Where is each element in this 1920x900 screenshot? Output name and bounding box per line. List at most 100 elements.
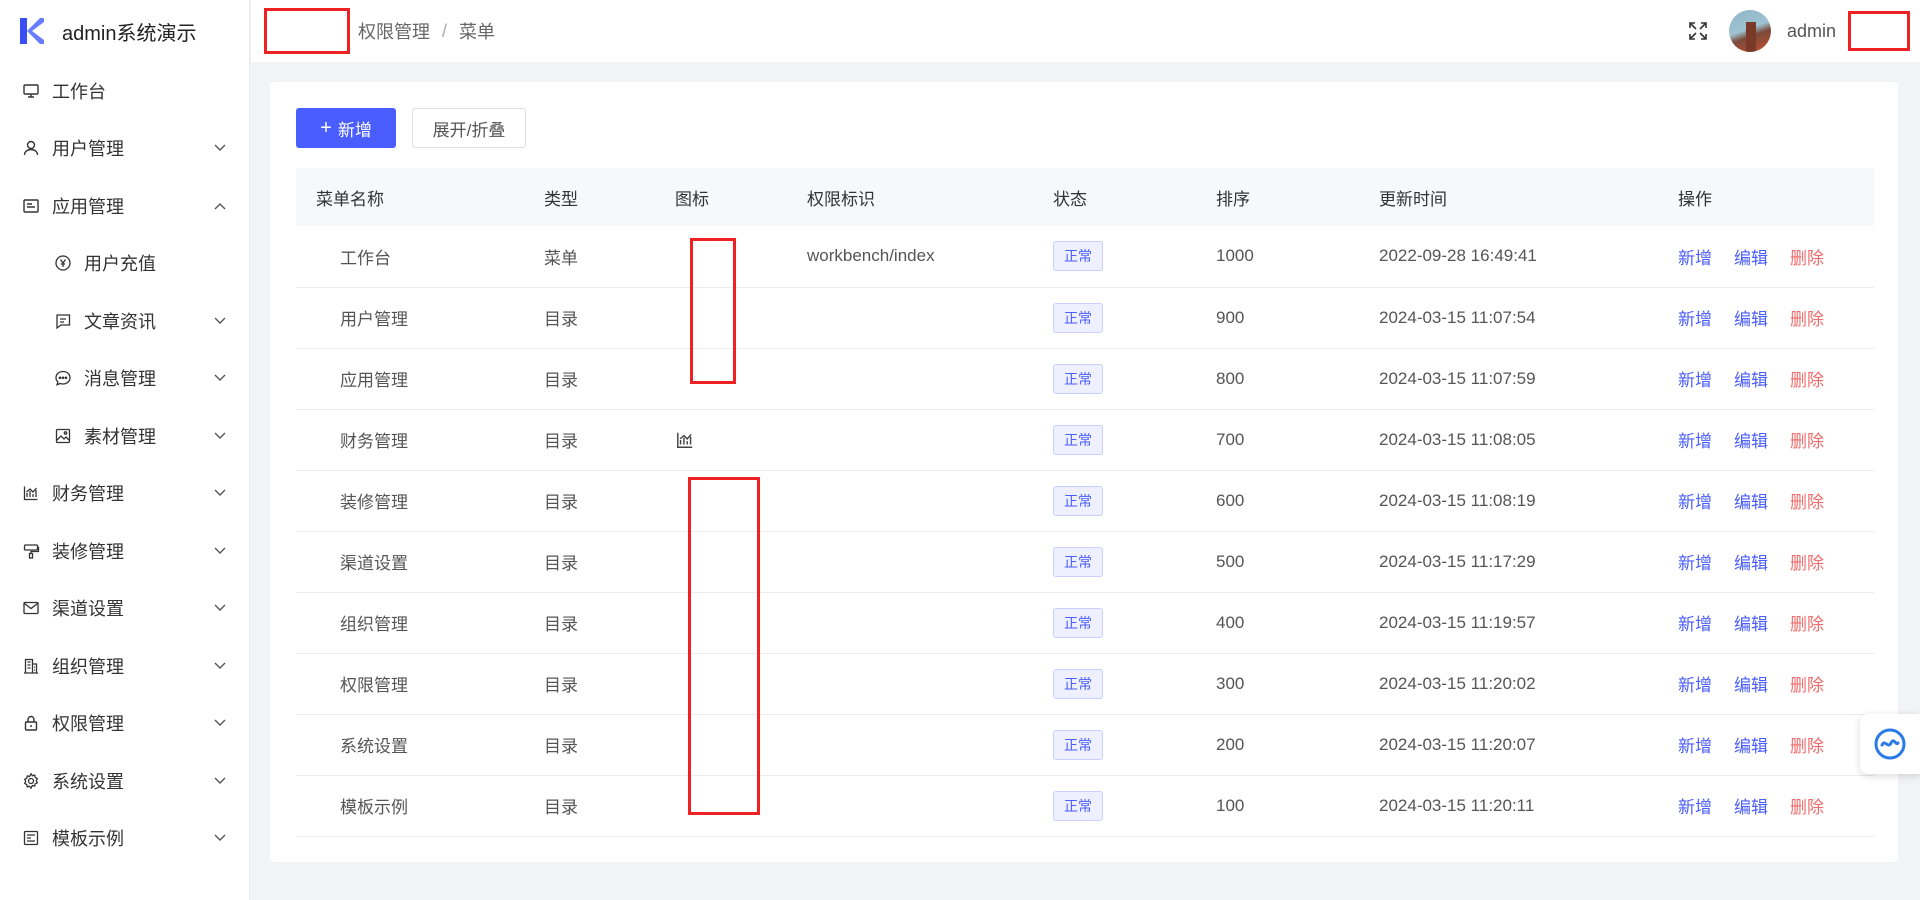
sidebar-item-decoration[interactable]: 装修管理 [0, 522, 249, 580]
row-add-link[interactable]: 新增 [1678, 737, 1712, 756]
sidebar-item-templates[interactable]: 模板示例 [0, 810, 249, 868]
sidebar-item-label: 工作台 [52, 81, 106, 102]
row-edit-link[interactable]: 编辑 [1734, 676, 1768, 695]
row-edit-link[interactable]: 编辑 [1734, 371, 1768, 390]
updated-time-cell: 2024-03-15 11:20:02 [1379, 673, 1536, 693]
paint-icon [22, 542, 40, 560]
row-edit-link[interactable]: 编辑 [1734, 554, 1768, 573]
row-edit-link[interactable]: 编辑 [1734, 493, 1768, 512]
table-row: 装修管理 目录 正常 600 2024-03-15 11:08:19 新增 编辑 删除 [296, 470, 1874, 531]
type-cell: 目录 [544, 798, 578, 817]
sidebar-item-messages[interactable]: 消息管理 [0, 350, 249, 408]
row-delete-link[interactable]: 删除 [1790, 615, 1824, 634]
sidebar-item-user-recharge[interactable]: 用户充值 [0, 235, 249, 293]
actions-cell: 新增 编辑 删除 [1678, 592, 1874, 653]
table-row: 应用管理 目录 正常 800 2024-03-15 11:07:59 新增 编辑 删除 [296, 348, 1874, 409]
fullscreen-icon[interactable] [1687, 20, 1709, 42]
permission-cell [807, 775, 1053, 836]
template-icon [22, 829, 40, 847]
row-edit-link[interactable]: 编辑 [1734, 615, 1768, 634]
type-cell: 目录 [544, 615, 578, 634]
highlight-box [1848, 11, 1910, 51]
sidebar-item-channels[interactable]: 渠道设置 [0, 580, 249, 638]
sidebar-item-system-settings[interactable]: 系统设置 [0, 752, 249, 810]
highlight-box [264, 8, 350, 54]
sidebar-item-user-management[interactable]: 用户管理 [0, 120, 249, 178]
sidebar-item-organization[interactable]: 组织管理 [0, 637, 249, 695]
row-delete-link[interactable]: 删除 [1790, 798, 1824, 817]
row-add-link[interactable]: 新增 [1678, 676, 1712, 695]
type-cell: 目录 [544, 493, 578, 512]
app-icon [22, 197, 40, 215]
row-edit-link[interactable]: 编辑 [1734, 798, 1768, 817]
permission-cell [807, 470, 1053, 531]
updated-time-cell: 2022-09-28 16:49:41 [1379, 246, 1537, 266]
row-delete-link[interactable]: 删除 [1790, 249, 1824, 268]
avatar[interactable] [1728, 10, 1771, 52]
row-add-link[interactable]: 新增 [1678, 798, 1712, 817]
sidebar-item-materials[interactable]: 素材管理 [0, 407, 249, 465]
row-edit-link[interactable]: 编辑 [1734, 249, 1768, 268]
row-add-link[interactable]: 新增 [1678, 310, 1712, 329]
row-add-link[interactable]: 新增 [1678, 249, 1712, 268]
row-add-link[interactable]: 新增 [1678, 493, 1712, 512]
breadcrumb-separator: / [442, 20, 448, 41]
sidebar-item-articles[interactable]: 文章资讯 [0, 292, 249, 350]
add-menu-button[interactable]: + 新增 [296, 108, 396, 148]
row-delete-link[interactable]: 删除 [1790, 676, 1824, 695]
add-menu-label: 新增 [337, 120, 372, 140]
row-add-link[interactable]: 新增 [1678, 615, 1712, 634]
breadcrumb-item[interactable]: 权限管理 [358, 18, 430, 44]
chevron-down-icon [213, 314, 227, 328]
type-cell: 目录 [544, 554, 578, 573]
sort-cell: 300 [1216, 673, 1245, 693]
row-edit-link[interactable]: 编辑 [1734, 432, 1768, 451]
sidebar-item-label: 文章资讯 [84, 311, 156, 332]
row-add-link[interactable]: 新增 [1678, 554, 1712, 573]
menu-card: + 新增 展开/折叠 菜单名称 类型 图标 权限标识 状态 排序 更新时间 操作… [270, 82, 1898, 862]
column-header: 排序 [1216, 189, 1250, 209]
sidebar-item-workbench[interactable]: 工作台 [0, 62, 249, 120]
row-edit-link[interactable]: 编辑 [1734, 310, 1768, 329]
sidebar-item-label: 装修管理 [52, 541, 124, 562]
row-add-link[interactable]: 新增 [1678, 432, 1712, 451]
status-cell: 正常 [1053, 775, 1216, 836]
permission-cell [807, 653, 1053, 714]
sidebar-item-label: 素材管理 [84, 426, 156, 447]
menu-name-cell: 模板示例 [340, 798, 408, 817]
sort-cell: 400 [1216, 612, 1245, 632]
chevron-down-icon [213, 544, 227, 558]
sidebar-item-label: 系统设置 [52, 771, 124, 792]
sidebar-item-permissions[interactable]: 权限管理 [0, 695, 249, 753]
sidebar-item-label: 权限管理 [52, 714, 124, 735]
column-header: 状态 [1053, 189, 1087, 209]
column-header: 类型 [544, 189, 578, 209]
row-delete-link[interactable]: 删除 [1790, 432, 1824, 451]
row-delete-link[interactable]: 删除 [1790, 737, 1824, 756]
sidebar-item-app-management[interactable]: 应用管理 [0, 177, 249, 235]
sidebar-item-finance[interactable]: 财务管理 [0, 465, 249, 523]
chevron-down-icon [213, 429, 227, 443]
row-delete-link[interactable]: 删除 [1790, 310, 1824, 329]
header-right: admin [1687, 0, 1920, 62]
username[interactable]: admin [1787, 21, 1836, 42]
table-row: 财务管理 目录 正常 700 2024-03-15 11:08:05 新增 编辑 删除 [296, 409, 1874, 470]
table-row: 工作台 菜单 workbench/index 正常 1000 2022-09-28 16:… [296, 226, 1874, 287]
status-cell: 正常 [1053, 226, 1216, 287]
row-delete-link[interactable]: 删除 [1790, 371, 1824, 390]
row-add-link[interactable]: 新增 [1678, 371, 1712, 390]
permission-cell [807, 714, 1053, 775]
mail-icon [22, 599, 40, 617]
updated-time-cell: 2024-03-15 11:20:07 [1379, 734, 1536, 754]
chart-icon [22, 484, 40, 502]
expand-collapse-button[interactable]: 展开/折叠 [412, 108, 526, 148]
row-edit-link[interactable]: 编辑 [1734, 737, 1768, 756]
row-delete-link[interactable]: 删除 [1790, 493, 1824, 512]
brand[interactable]: admin系统演示 [0, 0, 249, 62]
status-cell: 正常 [1053, 714, 1216, 775]
icon-cell [675, 409, 807, 470]
status-cell: 正常 [1053, 592, 1216, 653]
chevron-down-icon [213, 716, 227, 730]
row-delete-link[interactable]: 删除 [1790, 554, 1824, 573]
floating-assistant-button[interactable] [1860, 714, 1920, 774]
